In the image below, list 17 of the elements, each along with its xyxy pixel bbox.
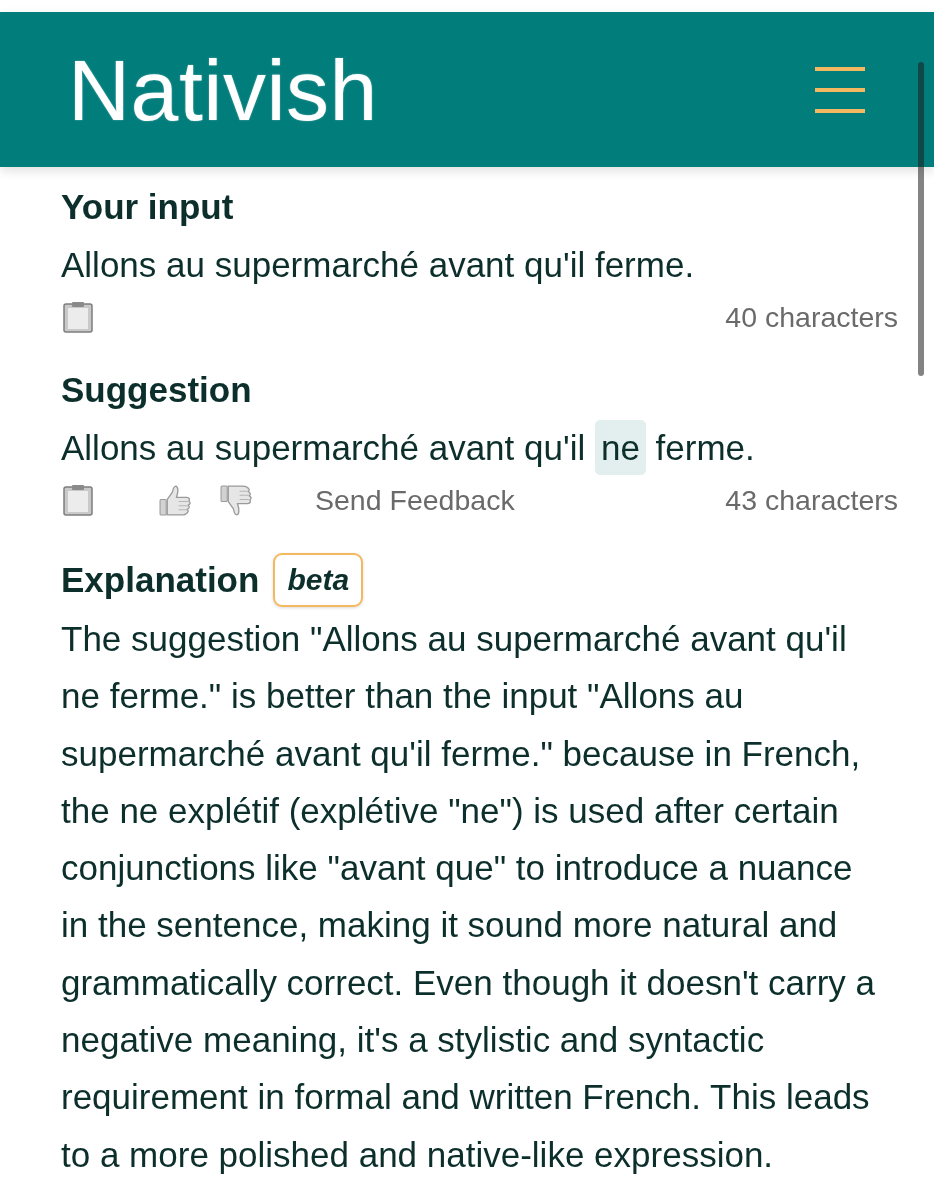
send-feedback-link[interactable]: Send Feedback [315,483,515,517]
character-count: 43 characters [725,483,898,517]
logo[interactable]: Nativish [68,41,378,138]
beta-badge: beta [273,553,364,607]
clipboard-icon[interactable] [63,484,93,516]
section-title: Suggestion [61,370,253,410]
menu-icon[interactable] [815,66,865,113]
scrollbar[interactable] [918,62,924,376]
section-title: Explanation [61,560,260,600]
character-count: 40 characters [725,300,898,334]
thumbs-up-icon[interactable] [159,483,192,517]
input-text: Allons au supermarché avant qu'il ferme. [61,244,696,286]
suggestion-text: Allons au supermarché avant qu'il ne ferme. [61,420,898,476]
section-title: Your input [61,187,235,227]
clipboard-icon[interactable] [63,301,93,333]
thumbs-down-icon[interactable] [220,483,253,517]
explanation-text: The suggestion "Allons au supermarché avant qu'il ne ferme." is better than the input "Allons au supermarché avant qu'il ferme." because in French, the ne explétif (explétive "ne") is used after certain conjunctions like "avant que" to introduce a nuance in the sentence, making it sound more natural and grammatically correct. Even though it doesn't carry a negative meaning, it's a stylistic and syntactic requirement in formal and written French. This leads to a more polished and native-like expression. [61,618,876,1176]
